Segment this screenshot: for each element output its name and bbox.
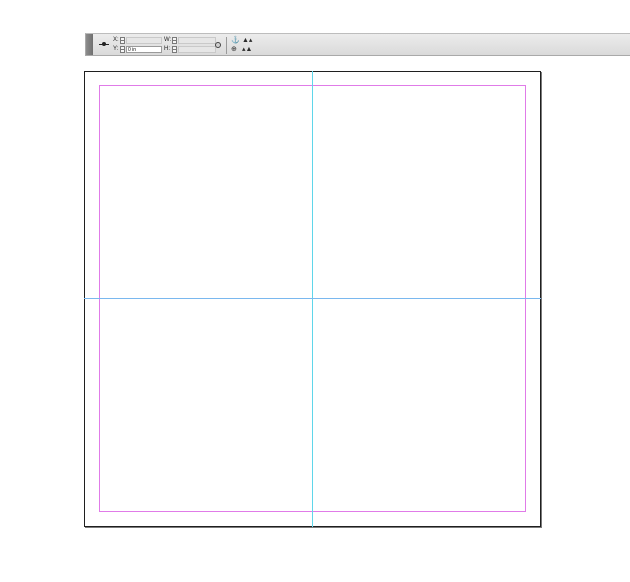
horizontal-ruler-guide[interactable] (84, 298, 541, 299)
vertical-ruler-guide[interactable] (312, 71, 313, 527)
document-canvas[interactable] (0, 0, 630, 582)
